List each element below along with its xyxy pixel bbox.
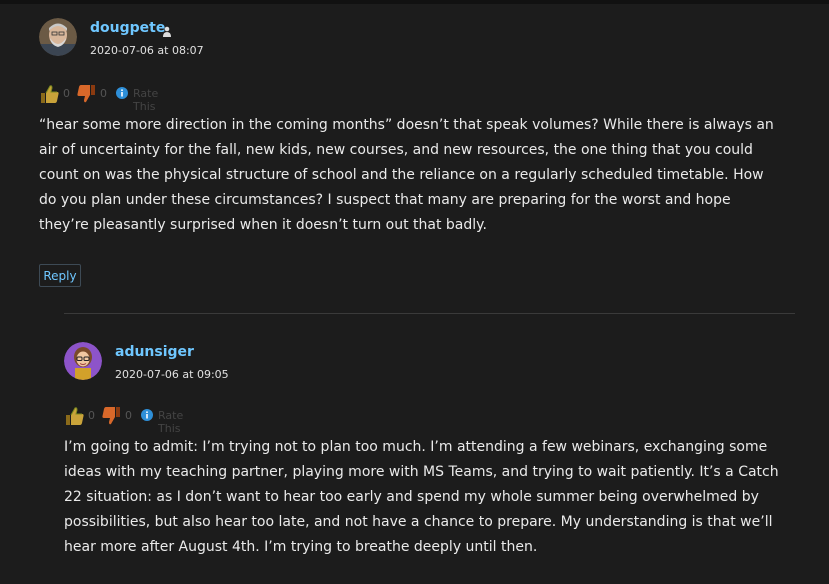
thumbs-down-icon[interactable] xyxy=(101,406,121,426)
comment-date[interactable]: 2020-07-06 at 08:07 xyxy=(90,44,204,57)
user-icon xyxy=(162,23,172,37)
down-count: 0 xyxy=(100,87,107,100)
avatar[interactable] xyxy=(64,342,102,380)
down-count: 0 xyxy=(125,409,132,422)
up-count: 0 xyxy=(88,409,95,422)
comment-body: “hear some more direction in the coming … xyxy=(39,117,774,233)
up-count: 0 xyxy=(63,87,70,100)
reply-button[interactable]: Reply xyxy=(39,264,81,287)
author-link[interactable]: adunsiger xyxy=(115,344,194,360)
avatar[interactable] xyxy=(39,18,77,56)
author-link[interactable]: dougpete xyxy=(90,20,165,36)
divider xyxy=(64,313,795,314)
info-icon[interactable] xyxy=(116,87,128,99)
thumbs-up-icon[interactable] xyxy=(40,84,60,104)
thumbs-up-icon[interactable] xyxy=(65,406,85,426)
info-icon[interactable] xyxy=(141,409,153,421)
rate-this-label[interactable]: Rate This xyxy=(158,409,183,435)
comment-body: I’m going to admit: I’m trying not to pl… xyxy=(64,439,779,555)
top-edge xyxy=(0,0,829,4)
thumbs-down-icon[interactable] xyxy=(76,84,96,104)
comment-date[interactable]: 2020-07-06 at 09:05 xyxy=(115,368,229,381)
rate-this-label[interactable]: Rate This xyxy=(133,87,158,113)
